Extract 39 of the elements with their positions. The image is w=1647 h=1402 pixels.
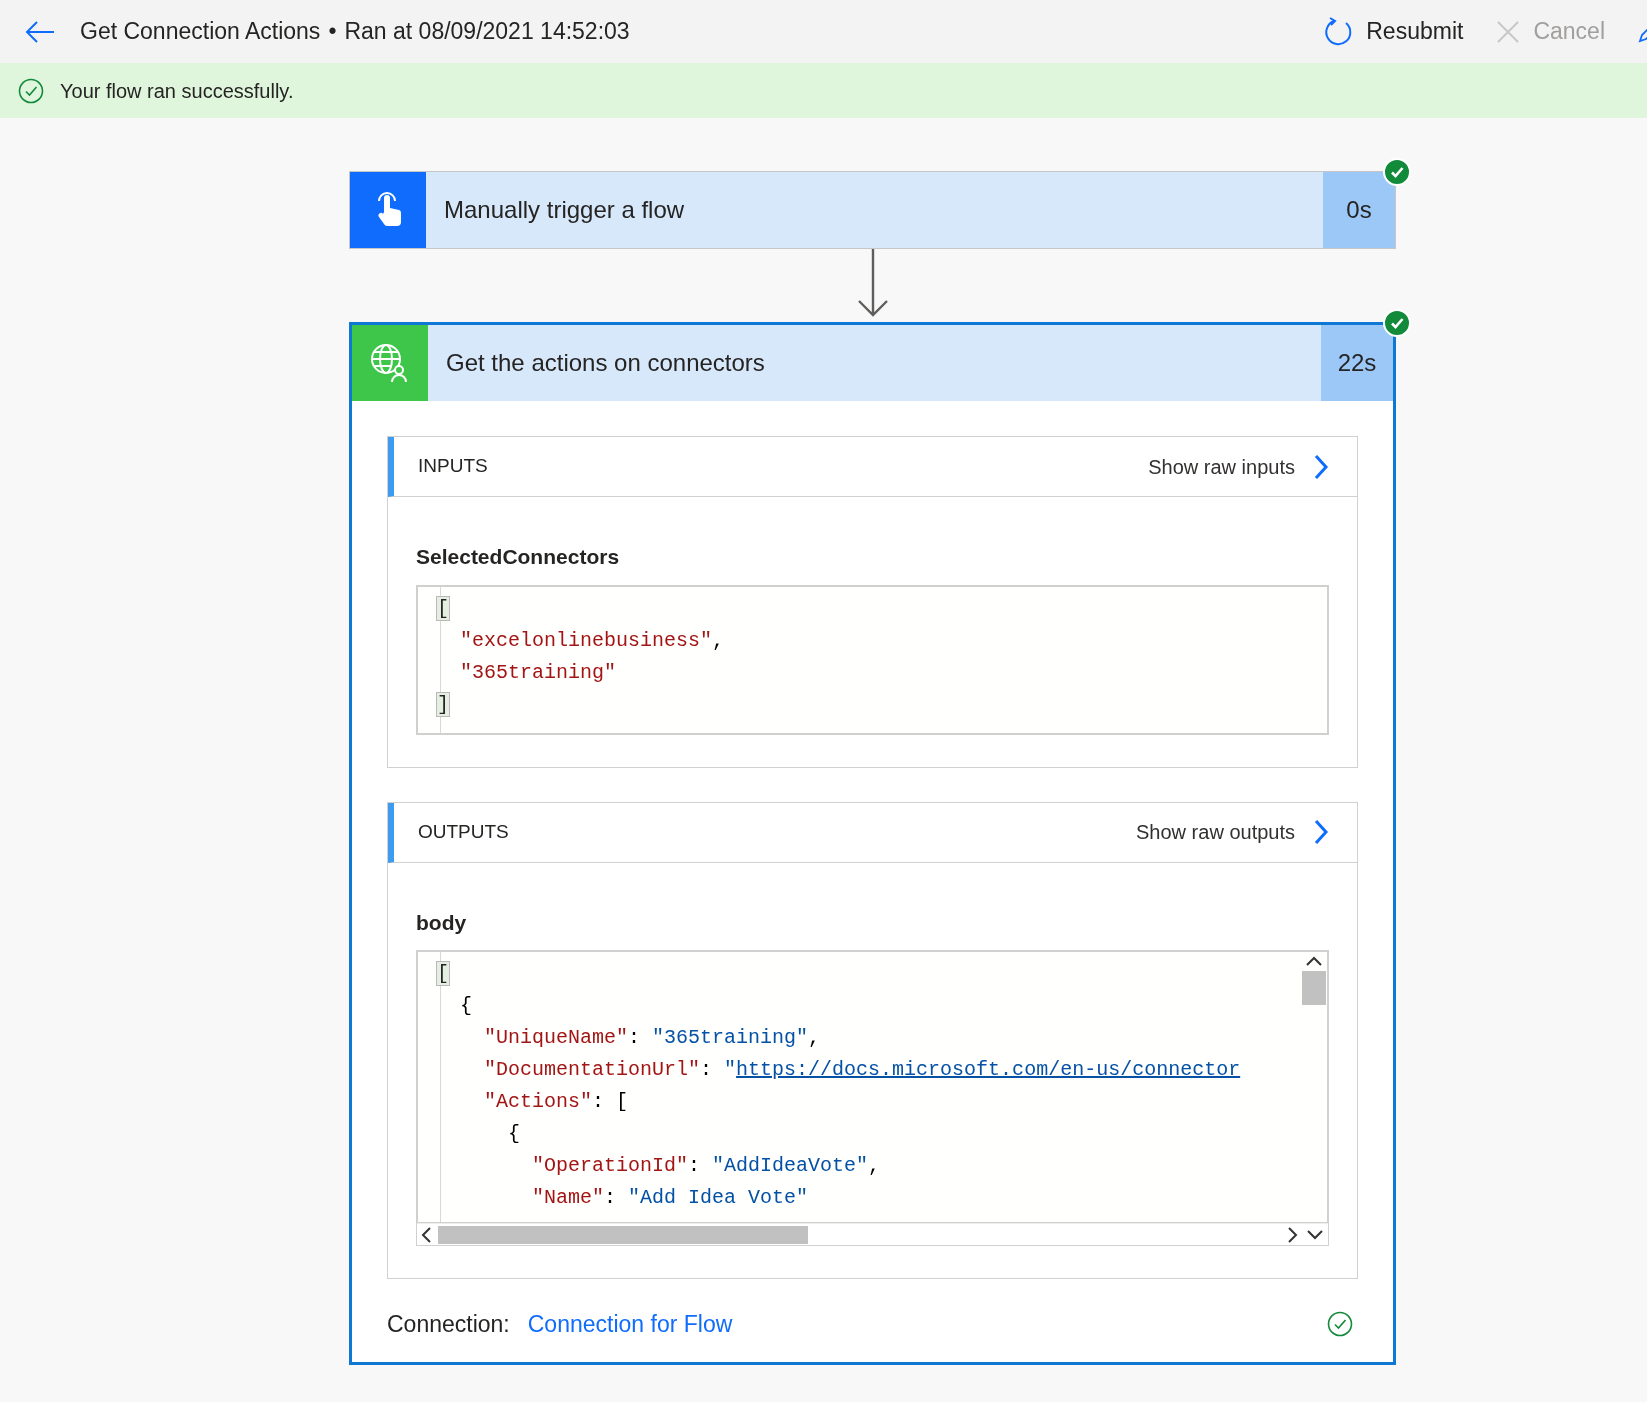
- show-raw-link[interactable]: Show raw outputs: [1136, 817, 1329, 847]
- scrollbar-thumb[interactable]: [438, 1225, 808, 1244]
- run-timestamp: Ran at 08/09/2021 14:52:03: [344, 17, 630, 47]
- code-line: "DocumentationUrl": "https://docs.microsoft.com/en-us/connector: [484, 1057, 1242, 1083]
- code-line: {: [460, 993, 473, 1019]
- connection-label: Connection:: [387, 1310, 510, 1339]
- code-line: {: [508, 1121, 521, 1147]
- flow-title: Get Connection Actions: [80, 17, 321, 47]
- separator-dot: •: [328, 17, 337, 47]
- chevron-right-icon: [1313, 819, 1329, 845]
- step-card[interactable]: Manually trigger a flow 0s: [349, 171, 1396, 249]
- success-icon: [18, 77, 44, 104]
- code-line: "Name": "Add Idea Vote": [532, 1185, 810, 1211]
- field-label: SelectedConnectors: [416, 544, 621, 570]
- panel-heading: INPUTS: [418, 454, 489, 479]
- show-raw-link[interactable]: Show raw inputs: [1148, 451, 1329, 482]
- scroll-right-icon: [1287, 1225, 1298, 1244]
- scroll-up-icon: [1305, 956, 1323, 967]
- field-label: body: [416, 909, 468, 936]
- scrollbar-thumb[interactable]: [1302, 971, 1326, 1005]
- step-title: Manually trigger a flow: [443, 195, 686, 225]
- code-line: "UniqueName": "365training",: [484, 1025, 822, 1051]
- step-card[interactable]: [349, 322, 1396, 1365]
- step-duration: 22s: [1321, 325, 1393, 401]
- banner-message: Your flow ran successfully.: [60, 78, 294, 104]
- code-line: "excelonlinebusiness",: [460, 627, 726, 654]
- code-line: "365training": [460, 659, 618, 686]
- scroll-left-icon: [421, 1225, 432, 1244]
- resubmit-button[interactable]: Resubmit: [1324, 14, 1464, 49]
- code-line: "Actions": [: [484, 1089, 630, 1115]
- code-line: "OperationId": "AddIdeaVote",: [532, 1153, 882, 1179]
- back-button[interactable]: [24, 18, 56, 45]
- connector-arrow: [857, 249, 888, 317]
- step-title: Get the actions on connectors: [445, 348, 766, 378]
- step-duration: 0s: [1323, 172, 1395, 248]
- panel-heading: OUTPUTS: [418, 819, 510, 844]
- connection-link[interactable]: Connection for Flow: [527, 1307, 733, 1342]
- chevron-right-icon: [1313, 453, 1329, 480]
- scroll-down-icon: [1306, 1229, 1324, 1240]
